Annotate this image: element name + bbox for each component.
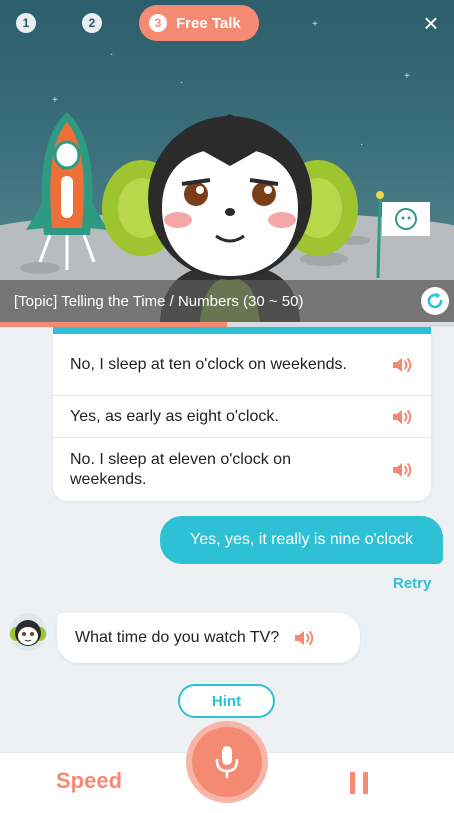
refresh-button[interactable] bbox=[421, 287, 449, 315]
step-1-number: 1 bbox=[22, 16, 30, 30]
star-decoration: · bbox=[360, 139, 364, 150]
flag-illustration bbox=[376, 191, 430, 279]
speaker-icon[interactable] bbox=[293, 628, 317, 648]
character-avatar-icon bbox=[10, 620, 46, 646]
microphone-icon bbox=[215, 746, 239, 779]
pause-icon-bar bbox=[363, 772, 368, 794]
star-decoration: + bbox=[404, 71, 410, 82]
pause-icon-bar bbox=[350, 772, 355, 794]
star-decoration: · bbox=[180, 77, 184, 88]
pause-button[interactable] bbox=[350, 772, 368, 794]
user-message-bubble: Yes, yes, it really is nine o'clock bbox=[160, 516, 443, 564]
star-decoration: · bbox=[110, 49, 114, 60]
star-decoration: + bbox=[52, 95, 58, 106]
answer-option[interactable]: No. I sleep at eleven o'clock on weekend… bbox=[53, 438, 431, 501]
hero-scene: + + + · · · 1 2 3 Free Talk × [Topic] Te… bbox=[0, 0, 454, 322]
topic-text: [Topic] Telling the Time / Numbers (30 ~… bbox=[14, 292, 304, 310]
answer-option-text: Yes, as early as eight o'clock. bbox=[70, 407, 279, 425]
speaker-icon[interactable] bbox=[391, 407, 415, 427]
answer-option[interactable]: No, I sleep at ten o'clock on weekends. bbox=[53, 334, 431, 396]
refresh-icon bbox=[427, 292, 443, 309]
step-3-free-talk-tab[interactable]: 3 Free Talk bbox=[139, 5, 259, 41]
card-accent-strip bbox=[53, 327, 431, 334]
user-message-text: Yes, yes, it really is nine o'clock bbox=[189, 531, 413, 548]
bot-message-text: What time do you watch TV? bbox=[75, 629, 280, 646]
microphone-button-inner bbox=[192, 727, 262, 797]
step-1-indicator[interactable]: 1 bbox=[16, 13, 36, 33]
hint-button[interactable]: Hint bbox=[178, 684, 275, 718]
answer-option[interactable]: Yes, as early as eight o'clock. bbox=[53, 396, 431, 438]
close-icon: × bbox=[423, 7, 439, 38]
avatar bbox=[9, 613, 47, 651]
speaker-icon[interactable] bbox=[391, 355, 415, 375]
star-decoration: + bbox=[312, 19, 318, 30]
microphone-button[interactable] bbox=[186, 721, 268, 803]
step-2-number: 2 bbox=[88, 16, 96, 30]
rocket-illustration bbox=[26, 112, 108, 270]
step-3-number: 3 bbox=[149, 14, 167, 32]
retry-button[interactable]: Retry bbox=[393, 575, 431, 592]
speed-button[interactable]: Speed bbox=[56, 768, 122, 794]
close-button[interactable]: × bbox=[416, 8, 446, 38]
answer-option-text: No. I sleep at eleven o'clock on weekend… bbox=[70, 450, 291, 488]
step-2-indicator[interactable]: 2 bbox=[82, 13, 102, 33]
answer-option-text: No, I sleep at ten o'clock on weekends. bbox=[70, 355, 347, 373]
step-3-label: Free Talk bbox=[176, 14, 241, 32]
topic-bar: [Topic] Telling the Time / Numbers (30 ~… bbox=[0, 280, 454, 322]
speaker-icon[interactable] bbox=[391, 460, 415, 480]
bot-message-bubble: What time do you watch TV? bbox=[57, 613, 360, 663]
answer-options-card: No, I sleep at ten o'clock on weekends. … bbox=[53, 327, 431, 501]
